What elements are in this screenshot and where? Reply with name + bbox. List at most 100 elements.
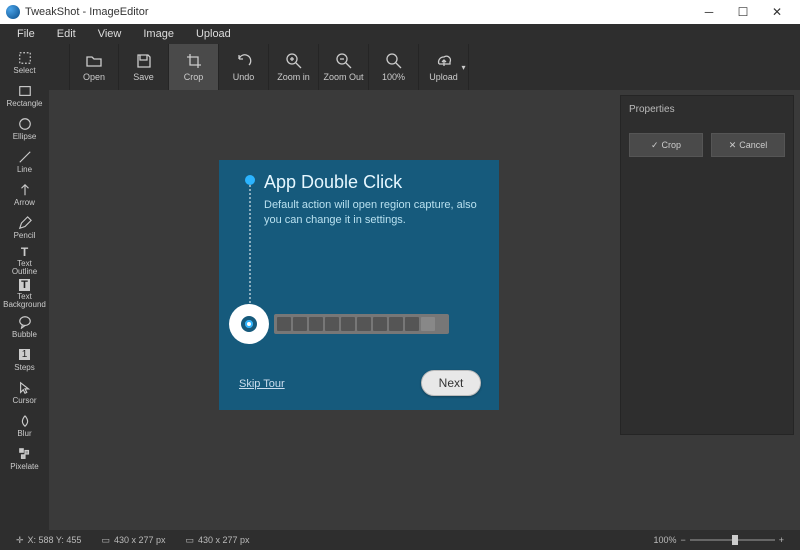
toolbar-100-label: 100% — [382, 72, 405, 82]
mini-icon — [357, 317, 371, 331]
text-outline-icon: T — [18, 245, 32, 259]
save-icon — [135, 52, 153, 70]
mini-icon — [389, 317, 403, 331]
arrow-icon — [18, 183, 32, 197]
bubble-icon — [18, 315, 32, 329]
doc-icon: ▭ — [101, 535, 110, 546]
minimize-button[interactable]: ─ — [692, 1, 726, 23]
check-icon: ✓ — [651, 140, 659, 151]
toolbar-undo[interactable]: Undo — [219, 44, 269, 90]
mini-icon — [373, 317, 387, 331]
toolbar-100[interactable]: 100% — [369, 44, 419, 90]
menu-edit[interactable]: Edit — [46, 28, 87, 40]
onboarding-popup: App Double Click Default action will ope… — [219, 160, 499, 410]
steps-icon: 1 — [18, 348, 32, 362]
status-zoom-text: 100% — [653, 535, 676, 545]
crosshair-icon: ✛ — [16, 535, 24, 546]
toolbar-open-label: Open — [83, 72, 105, 82]
toolbar-zoom-in[interactable]: Zoom in — [269, 44, 319, 90]
canvas-area[interactable]: Properties ✓Crop ✕Cancel App Double Clic… — [49, 90, 800, 530]
properties-crop-label: Crop — [662, 140, 682, 150]
mini-icon — [277, 317, 291, 331]
tool-pencil-label: Pencil — [14, 231, 36, 240]
status-dim2-text: 430 x 277 px — [198, 535, 250, 545]
zoom-in-icon — [285, 52, 303, 70]
toolbar-zoom-out-label: Zoom Out — [323, 72, 363, 82]
doc-icon: ▭ — [186, 535, 195, 546]
onboard-description: Default action will open region capture,… — [264, 198, 484, 228]
toolbar-crop[interactable]: Crop — [169, 44, 219, 90]
menu-view[interactable]: View — [87, 28, 133, 40]
tool-ellipse[interactable]: Ellipse — [1, 112, 48, 145]
properties-panel: Properties ✓Crop ✕Cancel — [620, 95, 794, 435]
undo-icon — [235, 52, 253, 70]
toolbar-upload[interactable]: Upload▾ — [419, 44, 469, 90]
toolbar-zoom-out[interactable]: Zoom Out — [319, 44, 369, 90]
tool-rectangle[interactable]: Rectangle — [1, 79, 48, 112]
toolbar-upload-label: Upload — [429, 72, 458, 82]
tool-pencil[interactable]: Pencil — [1, 211, 48, 244]
tool-cursor-label: Cursor — [12, 396, 36, 405]
tool-ellipse-label: Ellipse — [13, 132, 37, 141]
status-dim1: ▭430 x 277 px — [91, 535, 175, 546]
zoom-minus-button[interactable]: − — [680, 535, 685, 545]
line-icon — [18, 150, 32, 164]
title-bar: TweakShot - ImageEditor ─ ☐ ✕ — [0, 0, 800, 24]
tool-select[interactable]: Select — [1, 46, 48, 79]
menu-image[interactable]: Image — [132, 28, 185, 40]
main-area: Select Rectangle Ellipse Line Arrow Penc… — [0, 44, 800, 530]
tool-text-background-label: Text Background — [3, 293, 46, 309]
toolbar-undo-label: Undo — [233, 72, 255, 82]
left-toolbox: Select Rectangle Ellipse Line Arrow Penc… — [0, 44, 49, 530]
onboard-mini-toolbar — [274, 314, 449, 334]
menu-upload[interactable]: Upload — [185, 28, 242, 40]
select-icon — [18, 51, 32, 65]
next-button[interactable]: Next — [421, 370, 481, 396]
mini-icon — [309, 317, 323, 331]
maximize-button[interactable]: ☐ — [726, 1, 760, 23]
tool-steps[interactable]: 1Steps — [1, 343, 48, 376]
tool-text-outline-label: Text Outline — [12, 260, 37, 276]
status-zoom: 100% − + — [643, 535, 794, 545]
tool-cursor[interactable]: Cursor — [1, 376, 48, 409]
toolbar-crop-label: Crop — [184, 72, 204, 82]
pencil-icon — [18, 216, 32, 230]
tool-blur-label: Blur — [17, 429, 31, 438]
toolbar-open[interactable]: Open — [69, 44, 119, 90]
skip-tour-link[interactable]: Skip Tour — [239, 378, 285, 390]
x-icon: ✕ — [729, 140, 737, 151]
cursor-icon — [18, 381, 32, 395]
close-button[interactable]: ✕ — [760, 1, 794, 23]
open-icon — [85, 52, 103, 70]
menu-file[interactable]: File — [6, 28, 46, 40]
toolbar-save[interactable]: Save — [119, 44, 169, 90]
onboard-ring-inner-icon — [241, 316, 257, 332]
tool-pixelate-label: Pixelate — [10, 462, 38, 471]
tool-select-label: Select — [13, 66, 35, 75]
tool-arrow[interactable]: Arrow — [1, 178, 48, 211]
tool-line[interactable]: Line — [1, 145, 48, 178]
zoom-thumb[interactable] — [732, 535, 738, 545]
tool-blur[interactable]: Blur — [1, 409, 48, 442]
tool-text-outline[interactable]: TText Outline — [1, 244, 48, 277]
zoom-slider[interactable] — [690, 539, 775, 541]
zoom-out-icon — [335, 52, 353, 70]
properties-cancel-button[interactable]: ✕Cancel — [711, 133, 785, 157]
top-toolbar: Open Save Crop Undo Zoom in Zoom Out 100… — [49, 44, 800, 90]
app-logo-icon — [6, 5, 20, 19]
text-bg-icon: T — [18, 278, 32, 292]
tool-pixelate[interactable]: Pixelate — [1, 442, 48, 475]
menu-bar: File Edit View Image Upload — [0, 24, 800, 44]
upload-icon — [435, 52, 453, 70]
onboard-highlight-ring — [229, 304, 269, 344]
zoom-plus-button[interactable]: + — [779, 535, 784, 545]
tool-rectangle-label: Rectangle — [6, 99, 42, 108]
properties-crop-button[interactable]: ✓Crop — [629, 133, 703, 157]
status-coords: ✛X: 588 Y: 455 — [6, 535, 91, 546]
crop-icon — [185, 52, 203, 70]
properties-cancel-label: Cancel — [739, 140, 767, 150]
mini-icon — [293, 317, 307, 331]
tool-bubble[interactable]: Bubble — [1, 310, 48, 343]
mini-icon — [405, 317, 419, 331]
tool-text-background[interactable]: TText Background — [1, 277, 48, 310]
